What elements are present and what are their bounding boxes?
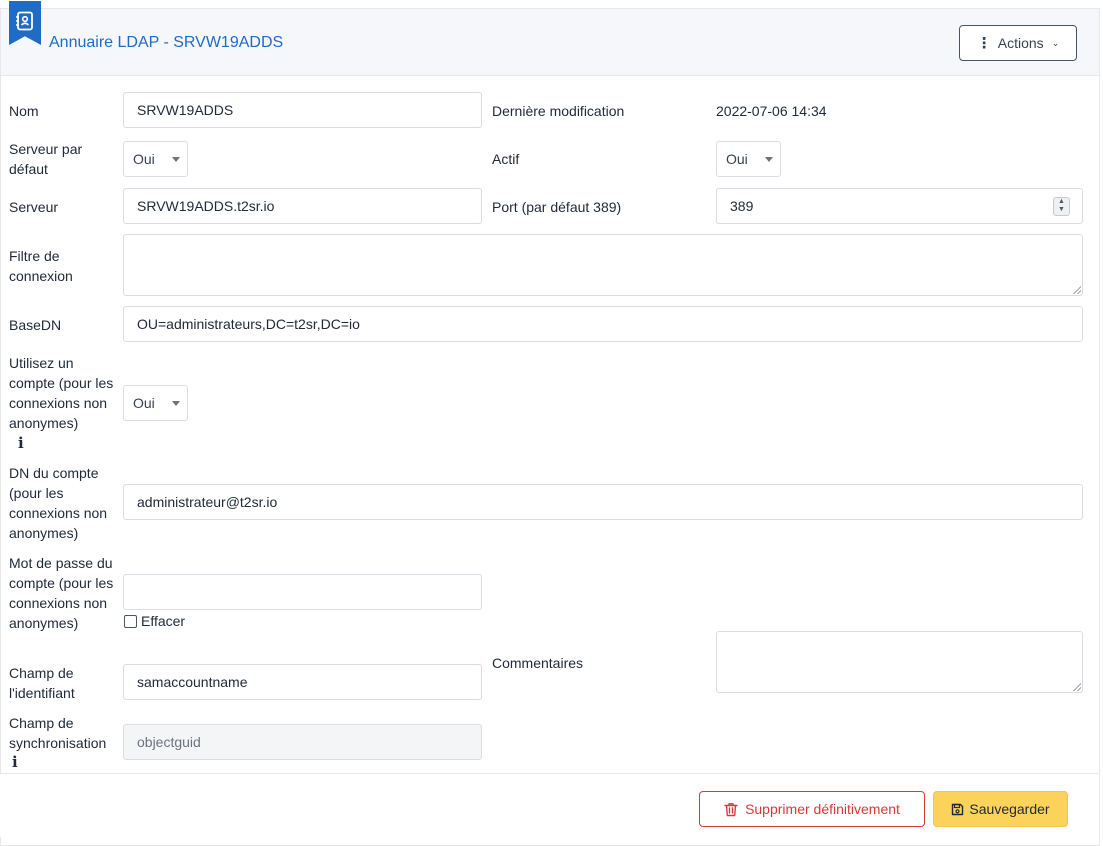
utilisez-compte-select[interactable]: Oui	[123, 385, 188, 421]
vertical-dots-icon: ⋮	[976, 34, 992, 52]
port-input[interactable]: 389 ▲ ▼	[716, 188, 1083, 224]
nom-input[interactable]: SRVW19ADDS	[123, 92, 482, 128]
info-icon[interactable]: i	[18, 434, 24, 452]
champ-synchronisation-label: Champ de synchronisation	[9, 715, 107, 751]
ldap-directory-card: Annuaire LDAP - SRVW19ADDS ⋮ Actions ⌄	[0, 1, 1100, 846]
card-header: Annuaire LDAP - SRVW19ADDS ⋮ Actions ⌄	[1, 1, 1099, 76]
nom-value: SRVW19ADDS	[137, 102, 234, 118]
resize-handle-icon[interactable]	[1073, 683, 1081, 691]
delete-label: Supprimer définitivement	[745, 801, 900, 817]
utilisez-compte-value: Oui	[133, 395, 155, 411]
mot-de-passe-label: Mot de passe du compte (pour les connexi…	[9, 555, 114, 631]
resize-handle-icon[interactable]	[1073, 286, 1081, 294]
actif-select[interactable]: Oui	[716, 141, 781, 177]
commentaires-textarea[interactable]	[716, 631, 1083, 693]
serveur-value: SRVW19ADDS.t2sr.io	[137, 198, 275, 214]
champ-identifiant-value: samaccountname	[137, 674, 248, 690]
commentaires-label: Commentaires	[492, 655, 584, 671]
info-icon[interactable]: i	[12, 753, 18, 771]
dn-compte-value: administrateur@t2sr.io	[137, 494, 278, 510]
trash-icon	[724, 802, 738, 816]
port-label: Port (par défaut 389)	[492, 199, 622, 215]
derniere-modification-label: Dernière modification	[492, 103, 625, 119]
nom-label: Nom	[9, 103, 39, 119]
serveur-label: Serveur	[9, 199, 59, 215]
dropdown-arrow-icon	[172, 157, 180, 162]
effacer-checkbox[interactable]	[124, 615, 137, 628]
floppy-disk-icon	[952, 803, 964, 815]
actif-value: Oui	[726, 151, 748, 167]
address-book-icon	[16, 11, 33, 31]
page-title: Annuaire LDAP - SRVW19ADDS	[49, 34, 284, 51]
filtre-connexion-textarea[interactable]	[123, 234, 1083, 296]
dropdown-arrow-icon	[765, 157, 773, 162]
save-label: Sauvegarder	[969, 801, 1050, 817]
actions-label: Actions	[997, 35, 1044, 51]
delete-permanently-button[interactable]: Supprimer définitivement	[699, 791, 925, 827]
champ-identifiant-label: Champ de l'identifiant	[9, 665, 75, 701]
actif-label: Actif	[492, 151, 520, 167]
number-spinner-icon[interactable]: ▲ ▼	[1053, 197, 1070, 216]
effacer-label: Effacer	[141, 613, 186, 629]
champ-identifiant-input[interactable]: samaccountname	[123, 664, 482, 700]
header-ribbon	[9, 1, 41, 45]
dropdown-arrow-icon	[172, 401, 180, 406]
champ-synchronisation-input[interactable]: objectguid	[123, 724, 482, 760]
derniere-modification-value: 2022-07-06 14:34	[716, 103, 827, 119]
utilisez-compte-label: Utilisez un compte (pour les connexions …	[9, 355, 114, 431]
champ-synchronisation-placeholder: objectguid	[137, 734, 201, 750]
mot-de-passe-input[interactable]	[123, 574, 482, 610]
dn-compte-label: DN du compte (pour les connexions non an…	[9, 465, 108, 541]
basedn-label: BaseDN	[9, 317, 62, 333]
dn-compte-input[interactable]: administrateur@t2sr.io	[123, 484, 1083, 520]
chevron-down-icon: ⌄	[1051, 37, 1060, 48]
serveur-par-defaut-label: Serveur par défaut	[9, 141, 83, 177]
port-value: 389	[730, 198, 754, 214]
filtre-connexion-label: Filtre de connexion	[9, 248, 73, 284]
basedn-input[interactable]: OU=administrateurs,DC=t2sr,DC=io	[123, 306, 1083, 342]
serveur-input[interactable]: SRVW19ADDS.t2sr.io	[123, 188, 482, 224]
serveur-par-defaut-select[interactable]: Oui	[123, 141, 188, 177]
actions-button[interactable]: ⋮ Actions ⌄	[959, 25, 1077, 61]
save-button[interactable]: Sauvegarder	[933, 791, 1068, 827]
basedn-value: OU=administrateurs,DC=t2sr,DC=io	[137, 316, 360, 332]
serveur-par-defaut-value: Oui	[133, 151, 155, 167]
